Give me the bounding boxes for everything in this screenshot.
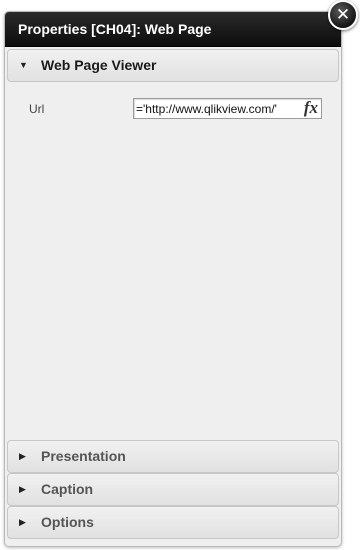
section-label: Presentation [41, 448, 126, 464]
caret-right-icon: ▶ [19, 484, 26, 494]
section-label: Options [41, 514, 94, 530]
fx-formula-button[interactable]: fx [304, 98, 318, 118]
caret-down-icon: ▼ [19, 60, 28, 70]
section-presentation[interactable]: ▶ Presentation [7, 440, 339, 473]
url-property-row: Url fx [5, 98, 341, 123]
close-icon[interactable]: ✕ [328, 0, 358, 30]
section-caption[interactable]: ▶ Caption [7, 473, 339, 506]
url-label: Url [29, 102, 45, 116]
panel-title: Properties [CH04]: Web Page [5, 12, 341, 47]
caret-right-icon: ▶ [19, 451, 26, 461]
section-label: Web Page Viewer [41, 57, 157, 73]
section-options[interactable]: ▶ Options [7, 506, 339, 539]
url-input[interactable] [136, 100, 296, 117]
section-label: Caption [41, 481, 94, 497]
url-field: fx [133, 98, 322, 119]
properties-panel: Properties [CH04]: Web Page ▼ Web Page V… [4, 11, 342, 547]
caret-right-icon: ▶ [19, 517, 26, 527]
section-web-page-viewer[interactable]: ▼ Web Page Viewer [7, 49, 339, 82]
